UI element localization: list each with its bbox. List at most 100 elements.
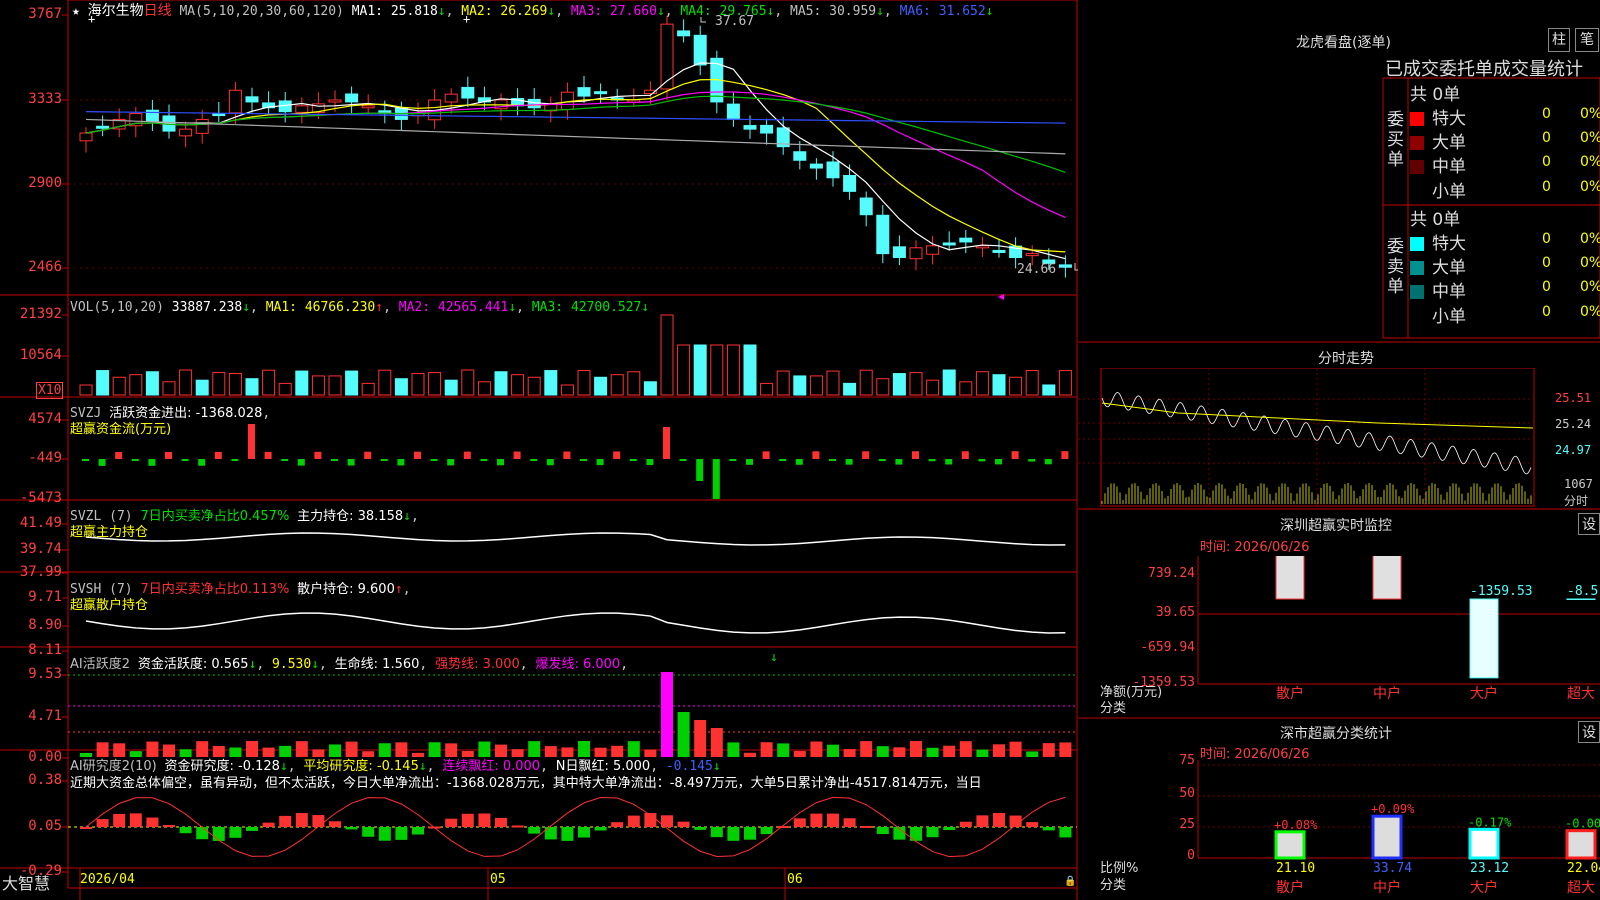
fund-flow-bar: [115, 452, 123, 459]
stock-name[interactable]: 海尔生物: [88, 3, 144, 19]
volume-bar: [892, 373, 906, 396]
y-tick: 41.49: [19, 515, 62, 531]
lock-icon[interactable]: 🔒: [1064, 876, 1076, 887]
candle-body: [444, 93, 458, 103]
sz-monitor-title: 深圳超赢实时监控: [1280, 518, 1392, 534]
activity-bar: [1059, 742, 1072, 757]
y-tick: 9.71: [28, 589, 62, 605]
activity-bar: [661, 672, 673, 757]
ai1-activity: 资金活跃度: 0.565: [137, 657, 249, 672]
volume-bar: [627, 371, 641, 396]
fund-flow-bar: [829, 459, 836, 461]
sz-time: 时间: 2026/06/26: [1200, 540, 1310, 555]
candle-body: [992, 249, 1006, 253]
fund-flow-bar: [961, 451, 969, 459]
candle-body: [843, 174, 857, 192]
research-bar: [345, 827, 358, 830]
volume-bar: [710, 344, 724, 396]
buy-row-xl: 特大 0 0%: [1410, 104, 1600, 129]
volume-bar: [527, 376, 541, 396]
fund-flow-bar: [380, 459, 388, 461]
fund-flow-bar: [297, 459, 305, 466]
tick-view-button[interactable]: 笔: [1575, 28, 1599, 52]
sc-bar: [1371, 814, 1403, 860]
fund-flow-bar: [795, 459, 803, 465]
volume-bar: [378, 369, 392, 396]
vol-unit-badge[interactable]: X10: [36, 382, 64, 399]
ma-line: [85, 111, 1066, 124]
volume-bar: [129, 374, 143, 396]
volume-bar: [96, 370, 110, 396]
sz-settings-button[interactable]: 设: [1578, 513, 1600, 535]
y-tick: 39.74: [19, 541, 62, 557]
fund-flow-bar: [131, 459, 139, 461]
order-stats-title: 已成交委托单成交量统计: [1385, 59, 1583, 80]
sc-cat-label: 分类: [1100, 878, 1127, 893]
research-bar: [1042, 827, 1055, 831]
y-tick: 10564: [19, 347, 62, 363]
research-bar: [843, 818, 856, 827]
retail-holding-line: [85, 612, 1066, 634]
volume-bars: [79, 314, 1072, 396]
fund-flow-bar: [845, 459, 853, 465]
research-bar: [445, 818, 458, 827]
buy-side-label: 委买单: [1387, 110, 1404, 170]
bar-view-button[interactable]: 柱: [1548, 28, 1570, 52]
volume-bar: [112, 376, 126, 396]
research-bar: [212, 827, 225, 841]
research-bar: [246, 827, 258, 831]
research-bar: [362, 827, 375, 837]
plus-icon[interactable]: +: [88, 12, 95, 26]
main-holding-line: [85, 532, 1066, 546]
activity-bar: [760, 742, 773, 757]
candle-body: [909, 247, 923, 260]
sz-bar: [1275, 556, 1305, 600]
candle-body: [926, 245, 940, 255]
star-icon[interactable]: ★: [72, 4, 80, 19]
activity-bar: [860, 741, 873, 757]
research-bar: [395, 827, 408, 840]
ai2-commentary: 近期大资金总体偏空，虽有异动，但不太活跃，今日大单净流出：-1368.028万元…: [70, 776, 982, 791]
fund-flow-bar: [646, 459, 654, 466]
intraday-chart[interactable]: [1078, 368, 1600, 508]
fund-flow-bar: [679, 459, 687, 461]
candle-body: [345, 93, 359, 103]
y-tick: 4.71: [28, 708, 62, 724]
fund-flow-bar: [530, 459, 538, 461]
y-tick: 2466: [28, 259, 62, 275]
candle-body: [1058, 264, 1072, 268]
sc-category-label: 超大: [1567, 880, 1595, 896]
fund-flow-bar: [364, 451, 372, 459]
research-bar: [710, 827, 723, 838]
intraday-tick: 25.24: [1555, 417, 1592, 431]
research-bar: [1026, 822, 1039, 827]
research-bar: [129, 813, 142, 827]
sc-settings-button[interactable]: 设: [1578, 721, 1600, 743]
volume-bar: [909, 372, 923, 396]
sz-bar-value: -8.5: [1567, 584, 1598, 599]
sc-tick: 50: [1179, 786, 1195, 801]
candle-body: [295, 105, 309, 113]
activity-bar: [777, 743, 790, 757]
sc-bar: [1565, 829, 1597, 860]
volume-bar: [660, 314, 674, 396]
y-tick: 0.00: [28, 749, 62, 765]
plus-icon[interactable]: +: [463, 12, 470, 26]
activity-bar: [827, 744, 839, 757]
volume-bar: [162, 381, 176, 396]
sell-row-l: 大单 0 0%: [1410, 253, 1600, 278]
y-tick: 4574: [28, 411, 62, 427]
volume-bar: [760, 382, 774, 396]
y-tick: 8.11: [28, 642, 62, 658]
volume-bar: [145, 371, 159, 396]
volume-bar: [992, 374, 1006, 396]
fund-flow-bar: [696, 459, 704, 481]
y-tick: 8.90: [28, 617, 62, 633]
candle-body: [212, 113, 226, 117]
period-label[interactable]: 日线: [144, 3, 172, 19]
volume-bar: [776, 370, 790, 396]
fund-flow-bar: [264, 451, 272, 459]
y-tick: 37.99: [19, 564, 62, 580]
research-bar: [80, 827, 92, 829]
candle-body: [361, 105, 375, 109]
